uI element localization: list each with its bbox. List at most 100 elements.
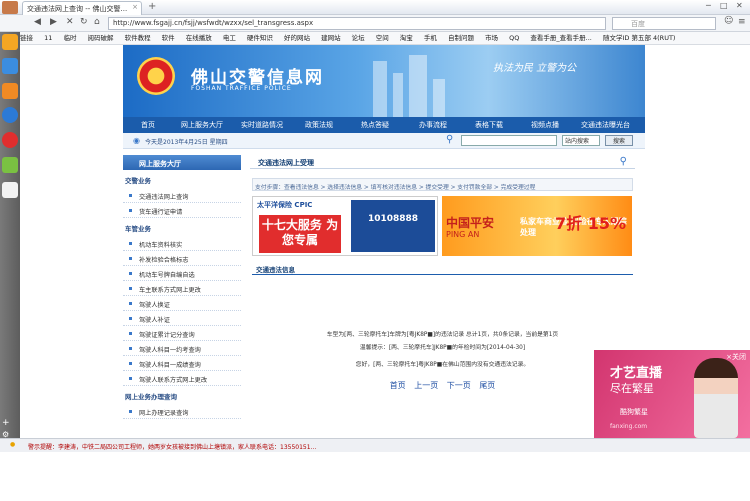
android-icon[interactable] bbox=[2, 157, 18, 173]
popup-close-button[interactable]: ×关闭 bbox=[726, 352, 746, 362]
bookmark[interactable]: 论坛 bbox=[352, 32, 365, 44]
menu-item[interactable]: 网上办理记录查询 bbox=[123, 404, 241, 419]
bookmark[interactable]: 好的网站 bbox=[284, 32, 310, 44]
pingan-ad-banner[interactable]: 中国平安 PING AN 私家车商业险 出险在专人跟踪处理 7折 15% bbox=[442, 196, 632, 256]
bookmark[interactable]: 淘宝 bbox=[400, 32, 413, 44]
weibo-icon[interactable] bbox=[2, 132, 18, 148]
bookmark[interactable]: 11 bbox=[44, 32, 52, 44]
user-avatar[interactable] bbox=[2, 1, 18, 14]
menu-item[interactable]: 货车通行证申请 bbox=[123, 203, 241, 218]
site-slogan: 执法为民 立警为公 bbox=[493, 63, 577, 74]
building-graphic bbox=[409, 55, 427, 117]
last-page-link[interactable]: 尾页 bbox=[479, 381, 495, 390]
ad-phone: 10108888 bbox=[351, 200, 435, 252]
bookmark[interactable]: 手机 bbox=[424, 32, 437, 44]
magnifier-icon: ⚲ bbox=[619, 156, 627, 167]
status-text[interactable]: 警示提醒：李建涛，中铁二局四公司工程师，她两岁女孩被接到佛山上塘镇派，家人联系电… bbox=[28, 444, 316, 451]
notes-icon[interactable] bbox=[2, 182, 18, 198]
home-icon[interactable]: ⌂ bbox=[94, 17, 100, 27]
date-display: 今天是2013年4月25日 星期四 bbox=[145, 139, 228, 146]
favorites-icon[interactable] bbox=[2, 34, 18, 50]
next-page-link[interactable]: 下一页 bbox=[447, 381, 471, 390]
bookmark[interactable]: 链接 bbox=[20, 32, 33, 44]
address-bar[interactable]: http://www.fsgajj.cn/fsjj/wsfwdt/wzxx/se… bbox=[108, 17, 606, 30]
nav-faq[interactable]: 热点答疑 bbox=[361, 120, 389, 130]
cpic-ad-banner[interactable]: 太平洋保险 CPIC 十七大服务 为您专属 10108888 bbox=[252, 196, 438, 256]
pagination: 首页 上一页 下一页 尾页 bbox=[250, 380, 635, 391]
add-icon[interactable]: + bbox=[2, 418, 18, 428]
browser-search-input[interactable]: 百度 bbox=[612, 17, 716, 30]
ad-brand: 中国平安 bbox=[446, 216, 495, 230]
bookmark[interactable]: 临时 bbox=[63, 32, 76, 44]
bookmark[interactable]: 建网站 bbox=[321, 32, 341, 44]
menu-item[interactable]: 驾驶人科目一成绩查询 bbox=[123, 356, 241, 371]
bookmark[interactable]: 随文学ID 第五部 4(RUT) bbox=[603, 32, 676, 44]
site-banner: 佛山交警信息网 FOSHAN TRAFFICE POLICE 执法为民 立警为公 bbox=[123, 45, 645, 117]
nav-policy[interactable]: 政策法规 bbox=[305, 120, 333, 130]
back-icon[interactable]: ◀ bbox=[34, 17, 41, 27]
site-search-select[interactable]: 站内搜索 bbox=[562, 135, 600, 146]
bookmark[interactable]: QQ bbox=[509, 32, 519, 44]
menu-item[interactable]: 驾驶人补证 bbox=[123, 311, 241, 326]
account-avatar-icon[interactable]: ☺ bbox=[724, 16, 733, 26]
first-page-link[interactable]: 首页 bbox=[390, 381, 406, 390]
bookmark[interactable]: 硬件知识 bbox=[247, 32, 273, 44]
nav-online-service[interactable]: 网上服务大厅 bbox=[181, 120, 223, 130]
building-graphic bbox=[393, 73, 403, 117]
site-subtitle: FOSHAN TRAFFICE POLICE bbox=[191, 85, 292, 92]
nav-process[interactable]: 办事流程 bbox=[419, 120, 447, 130]
main-nav: 首页 网上服务大厅 实时道路情况 政策法规 热点答疑 办事流程 表格下载 视频点… bbox=[123, 117, 645, 133]
left-menu: 网上服务大厅 交警业务 交通违法网上查询 货车通行证申请 车管业务 机动车资料核… bbox=[123, 155, 241, 438]
menu-item[interactable]: 驾驶人换证 bbox=[123, 296, 241, 311]
bookmark[interactable]: 自制问题 bbox=[448, 32, 474, 44]
menu-section-title: 车管业务 bbox=[125, 225, 151, 233]
main-content: 交通违法网上受理 ⚲ 支付步骤：查看违法信息 > 选择违法信息 > 填写核对违法… bbox=[250, 155, 635, 438]
browser-tab[interactable]: 交通违法网上查询 -- 佛山交警... × bbox=[22, 1, 142, 15]
number-seven-icon[interactable] bbox=[2, 107, 18, 123]
violation-section-title: 交通违法信息 bbox=[252, 262, 633, 275]
site-search-input[interactable] bbox=[461, 135, 557, 146]
bookmark[interactable]: 市场 bbox=[485, 32, 498, 44]
result-summary: 车型为[两、三轮摩托车]车牌为[粤JK8P■]的违法记录 总计1页，共0条记录，… bbox=[326, 332, 559, 338]
close-window-icon[interactable]: ✕ bbox=[736, 1, 743, 10]
calendar-icon: ◉ bbox=[133, 136, 140, 145]
menu-item[interactable]: 补发检验合格标志 bbox=[123, 251, 241, 266]
menu-icon[interactable]: ≡ bbox=[738, 17, 746, 27]
stop-icon[interactable]: ✕ bbox=[66, 17, 74, 27]
bookmark[interactable]: 查看手册_查看手册... bbox=[530, 32, 591, 44]
bookmark[interactable]: 阅码破解 bbox=[88, 32, 114, 44]
tab-close-icon[interactable]: × bbox=[132, 3, 138, 11]
bookmark[interactable]: 空间 bbox=[376, 32, 389, 44]
bookmark[interactable]: 软件教程 bbox=[125, 32, 151, 44]
menu-item[interactable]: 驾驶人联系方式网上更改 bbox=[123, 371, 241, 386]
content-header: 交通违法网上受理 bbox=[250, 155, 635, 169]
menu-item[interactable]: 驾驶人科目一约考查询 bbox=[123, 341, 241, 356]
ad-popup[interactable]: 才艺直播 尽在繁星 酷狗繁星 fanxing.com ×关闭 bbox=[594, 350, 750, 438]
menu-item[interactable]: 交通违法网上查询 bbox=[123, 188, 241, 203]
download-icon[interactable] bbox=[2, 58, 18, 74]
bulb-icon: ● bbox=[10, 441, 16, 448]
forward-icon[interactable]: ▶ bbox=[50, 17, 57, 27]
minimize-icon[interactable]: ─ bbox=[706, 1, 711, 10]
new-tab-button[interactable]: + bbox=[148, 1, 156, 12]
maximize-icon[interactable]: □ bbox=[720, 1, 728, 10]
nav-exposure[interactable]: 交通违法曝光台 bbox=[581, 120, 630, 130]
nav-road-status[interactable]: 实时道路情况 bbox=[241, 120, 283, 130]
browser-navbar: ◀ ▶ ✕ ↻ ⌂ http://www.fsgajj.cn/fsjj/wsfw… bbox=[0, 15, 750, 32]
bookmark[interactable]: 在线播放 bbox=[186, 32, 212, 44]
nav-home[interactable]: 首页 bbox=[141, 120, 155, 130]
menu-item[interactable]: 驾驶证累计记分查询 bbox=[123, 326, 241, 341]
nav-forms[interactable]: 表格下载 bbox=[475, 120, 503, 130]
menu-item[interactable]: 车主联系方式网上更改 bbox=[123, 281, 241, 296]
inspection-notice: 温馨提示：[两、三轮摩托车]JK8P■的年检时间为[2014-04-30] bbox=[359, 345, 526, 351]
nav-video[interactable]: 视频点播 bbox=[531, 120, 559, 130]
prev-page-link[interactable]: 上一页 bbox=[414, 381, 438, 390]
menu-item[interactable]: 机动车资料核实 bbox=[123, 236, 241, 251]
menu-item[interactable]: 机动车号牌自编自选 bbox=[123, 266, 241, 281]
bookmark[interactable]: 软件 bbox=[162, 32, 175, 44]
bookmark[interactable]: 电工 bbox=[223, 32, 236, 44]
refresh-icon[interactable]: ↻ bbox=[80, 17, 88, 27]
ad-logo: 太平洋保险 CPIC bbox=[257, 201, 313, 209]
rss-icon[interactable] bbox=[2, 83, 18, 99]
site-search-button[interactable]: 搜索 bbox=[605, 135, 633, 146]
